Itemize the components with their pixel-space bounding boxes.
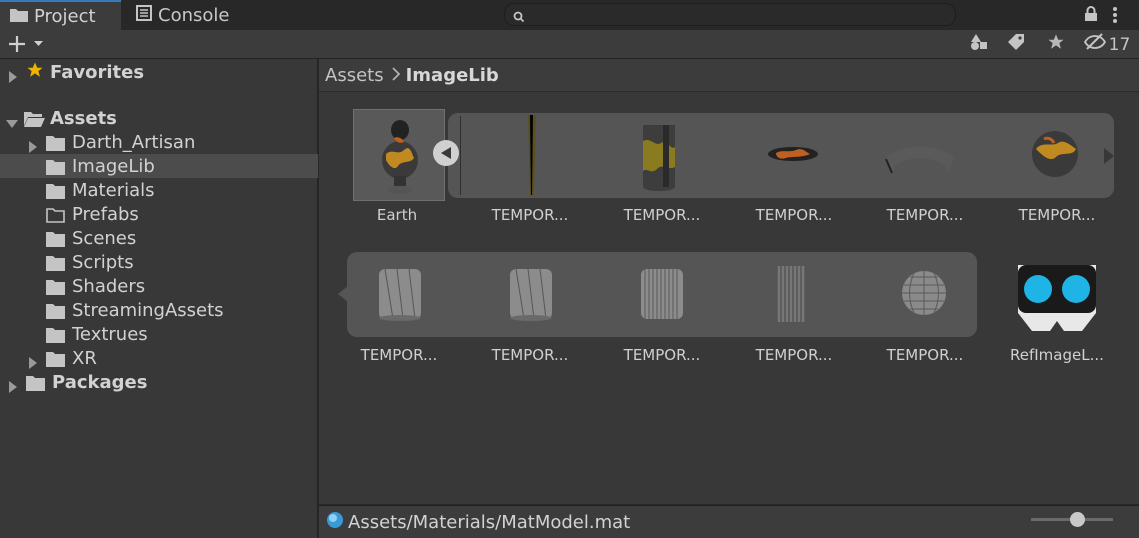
lock-icon[interactable]	[1084, 6, 1098, 26]
breadcrumb-current[interactable]: ImageLib	[406, 65, 499, 86]
folder-icon	[46, 279, 65, 295]
search-input[interactable]	[504, 3, 956, 26]
tree-item-darth-artisan[interactable]: Darth_Artisan	[0, 130, 318, 154]
asset-label: Earth	[376, 206, 418, 224]
folder-icon	[46, 255, 65, 271]
asset-label: TEMPOR...	[491, 346, 569, 364]
expand-arrow-icon[interactable]	[28, 353, 38, 369]
folder-icon	[46, 183, 65, 199]
tree-item-label: Textrues	[72, 323, 148, 345]
star-icon	[1047, 33, 1065, 56]
material-sphere-icon	[326, 511, 344, 534]
asset-label: TEMPOR...	[623, 346, 701, 364]
tree-item-label: XR	[72, 347, 97, 369]
tree-item-label: Packages	[52, 371, 148, 393]
tree-item-xr[interactable]: XR	[0, 346, 318, 370]
expand-arrow-icon[interactable]	[8, 377, 18, 393]
tree-item-streamingassets[interactable]: StreamingAssets	[0, 298, 318, 322]
tree-item-favorites[interactable]: Favorites	[0, 60, 318, 84]
tree-item-label: Scenes	[72, 227, 137, 249]
tree-item-packages[interactable]: Packages	[0, 370, 318, 394]
folder-icon	[46, 231, 65, 247]
tree-item-label: Materials	[72, 179, 155, 201]
asset-subassets-strip	[448, 113, 1114, 198]
expand-arrow-icon[interactable]	[28, 137, 38, 153]
asset-subassets-strip-2	[338, 252, 977, 337]
tree-item-assets[interactable]: Assets	[0, 106, 318, 130]
create-button[interactable]	[8, 35, 48, 57]
strip-start-arrow-icon	[338, 286, 348, 306]
shapes-icon	[970, 33, 988, 56]
asset-label: TEMPOR...	[755, 206, 833, 224]
folder-icon	[26, 375, 45, 391]
tab-console[interactable]: Console	[124, 0, 244, 30]
slider-handle[interactable]	[1070, 512, 1085, 527]
status-bar: Assets/Materials/MatModel.mat	[319, 505, 1139, 538]
tree-item-materials[interactable]: Materials	[0, 178, 318, 202]
tree-item-label: ImageLib	[72, 155, 155, 177]
tab-console-label: Console	[158, 4, 230, 26]
tree-item-label: Shaders	[72, 275, 146, 297]
collapse-arrow-icon[interactable]	[6, 113, 18, 128]
tree-item-label: Assets	[50, 107, 117, 129]
tab-project[interactable]: Project	[0, 0, 121, 30]
ref-image-library-thumb[interactable]	[1012, 255, 1102, 335]
asset-label: TEMPOR...	[491, 206, 569, 224]
selected-asset-path: Assets/Materials/MatModel.mat	[348, 511, 631, 533]
open-folder-icon	[24, 111, 45, 127]
tree-item-label: Favorites	[50, 61, 145, 83]
tree-item-scenes[interactable]: Scenes	[0, 226, 318, 250]
tree-item-label: Darth_Artisan	[72, 131, 196, 153]
filter-by-label-button[interactable]	[999, 31, 1035, 58]
hidden-count: 17	[1108, 34, 1131, 55]
breadcrumb: Assets ImageLib	[319, 59, 1139, 92]
asset-label: TEMPOR...	[886, 206, 964, 224]
collapse-subassets-button[interactable]	[433, 140, 459, 166]
arrow-left-icon	[441, 144, 451, 163]
folder-icon	[46, 159, 65, 175]
expand-arrow-icon[interactable]	[8, 67, 18, 83]
tree-item-imagelib[interactable]: ImageLib	[0, 154, 318, 178]
tag-icon	[1008, 33, 1026, 56]
asset-label: TEMPOR...	[886, 346, 964, 364]
tree-item-label: StreamingAssets	[72, 299, 224, 321]
tree-item-prefabs[interactable]: Prefabs	[0, 202, 318, 226]
asset-label: TEMPOR...	[360, 346, 438, 364]
save-search-button[interactable]	[1038, 31, 1074, 58]
favorites-star-icon	[26, 61, 44, 84]
console-icon	[136, 4, 152, 26]
asset-label: TEMPOR...	[623, 206, 701, 224]
asset-label: TEMPOR...	[1018, 206, 1096, 224]
tree-item-shaders[interactable]: Shaders	[0, 274, 318, 298]
tab-project-label: Project	[34, 5, 96, 27]
folder-icon	[10, 6, 28, 27]
hidden-packages-button[interactable]: 17	[1076, 31, 1138, 58]
empty-folder-icon	[46, 207, 65, 223]
strip-end-arrow-icon	[1104, 148, 1114, 168]
folder-icon	[46, 135, 65, 151]
chevron-right-icon	[391, 65, 400, 86]
asset-thumb-earth[interactable]	[353, 109, 445, 201]
tree-item-scripts[interactable]: Scripts	[0, 250, 318, 274]
tree-item-label: Scripts	[72, 251, 134, 273]
eye-slash-icon	[1083, 33, 1106, 56]
search-icon	[513, 8, 525, 27]
tree-item-label: Prefabs	[72, 203, 139, 225]
asset-label: RefImageL...	[1010, 346, 1104, 364]
folder-icon	[46, 351, 65, 367]
folder-icon	[46, 327, 65, 343]
filter-by-type-button[interactable]	[961, 31, 997, 58]
breadcrumb-assets[interactable]: Assets	[325, 65, 384, 86]
tree-item-textrues[interactable]: Textrues	[0, 322, 318, 346]
folder-icon	[46, 303, 65, 319]
more-options-icon[interactable]	[1112, 6, 1118, 28]
asset-label: TEMPOR...	[755, 346, 833, 364]
